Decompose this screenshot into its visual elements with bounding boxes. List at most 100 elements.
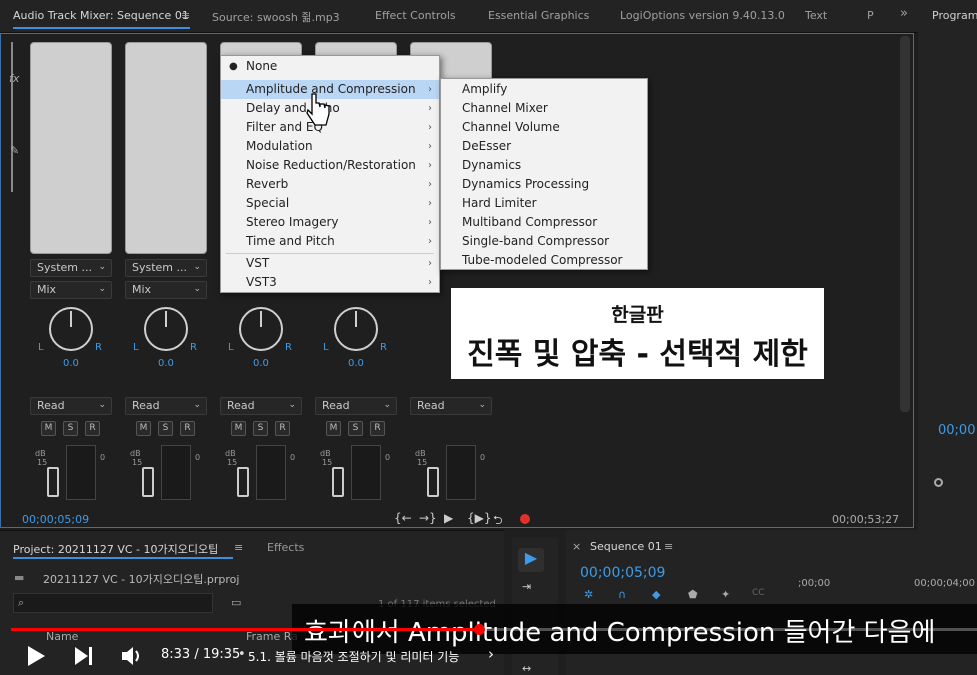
automation-dropdown[interactable]: Read ⌄ xyxy=(410,397,492,415)
pan-knob[interactable] xyxy=(49,307,93,351)
loop-icon[interactable]: ⮌ xyxy=(493,511,503,532)
program-monitor-title[interactable]: Program: xyxy=(932,9,977,22)
tab-essential-graphics[interactable]: Essential Graphics xyxy=(488,9,589,22)
project-title[interactable]: Project: 20211127 VC - 10가지오디오팁 xyxy=(13,541,218,557)
mute-button[interactable]: M xyxy=(41,421,56,436)
pan-value[interactable]: 0.0 xyxy=(158,358,174,369)
submenu-item-hard-limiter[interactable]: Hard Limiter xyxy=(441,194,647,213)
automation-dropdown[interactable]: Read ⌄ xyxy=(220,397,302,415)
amplitude-submenu: Amplify Channel Mixer Channel Volume DeE… xyxy=(440,78,648,270)
close-icon[interactable]: × xyxy=(572,540,581,553)
mute-button[interactable]: M xyxy=(136,421,151,436)
tab-logioptions[interactable]: LogiOptions version 9.40.13.0 xyxy=(620,9,785,22)
volume-fader-handle[interactable] xyxy=(47,467,59,497)
video-scrubber[interactable] xyxy=(474,624,485,635)
volume-fader-handle[interactable] xyxy=(427,467,439,497)
pan-value[interactable]: 0.0 xyxy=(253,358,269,369)
menu-item-special[interactable]: Special › xyxy=(221,194,439,213)
track-select-tool-icon[interactable]: ⇥ xyxy=(522,580,531,593)
send-mode-dropdown[interactable]: Mix ⌄ xyxy=(30,281,112,299)
menu-item-stereo-imagery[interactable]: Stereo Imagery › xyxy=(221,213,439,232)
menu-item-noise-reduction[interactable]: Noise Reduction/Restoration › xyxy=(221,156,439,175)
solo-button[interactable]: S xyxy=(348,421,363,436)
snap-icon[interactable]: ✲ xyxy=(584,588,593,601)
project-menu-icon[interactable]: ≡ xyxy=(234,541,243,554)
send-mode-dropdown[interactable]: Mix ⌄ xyxy=(125,281,207,299)
vertical-scrollbar[interactable] xyxy=(900,36,910,412)
volume-fader-handle[interactable] xyxy=(332,467,344,497)
mute-button[interactable]: M xyxy=(231,421,246,436)
record-enable-button[interactable]: R xyxy=(180,421,195,436)
tab-effects[interactable]: Effects xyxy=(267,541,304,554)
input-dropdown[interactable]: System ... ⌄ xyxy=(125,259,207,277)
submenu-item-multiband-compressor[interactable]: Multiband Compressor xyxy=(441,213,647,232)
effect-slots[interactable] xyxy=(30,42,112,254)
tab-p[interactable]: P xyxy=(867,9,874,22)
marker-icon[interactable]: ⬟ xyxy=(688,588,698,601)
play-icon[interactable]: ▶ xyxy=(444,511,453,525)
record-button[interactable] xyxy=(520,514,530,524)
wrench-icon[interactable]: ✦ xyxy=(721,588,730,601)
menu-item-vst[interactable]: VST › xyxy=(221,254,439,273)
linked-selection-icon[interactable]: ∩ xyxy=(618,588,626,601)
overflow-chevron-icon[interactable]: » xyxy=(900,6,908,21)
chapter-title[interactable]: 5.1. 볼륨 마음껏 조절하기 및 리미터 기능 xyxy=(248,648,459,665)
menu-item-none[interactable]: ● None xyxy=(221,57,439,76)
record-enable-button[interactable]: R xyxy=(370,421,385,436)
chapter-chevron-icon[interactable]: › xyxy=(488,645,494,663)
submenu-item-dynamics-processing[interactable]: Dynamics Processing xyxy=(441,175,647,194)
input-dropdown[interactable]: System ... ⌄ xyxy=(30,259,112,277)
tab-source[interactable]: Source: swoosh 쥚.mp3 xyxy=(212,9,340,25)
solo-button[interactable]: S xyxy=(253,421,268,436)
tab-text[interactable]: Text xyxy=(805,9,827,22)
mixer-timecode[interactable]: 00;00;05;09 xyxy=(22,513,89,526)
panel-menu-icon[interactable]: ≡ xyxy=(181,9,190,22)
volume-icon[interactable] xyxy=(120,644,144,668)
play-in-to-out-icon[interactable]: {▶} xyxy=(467,511,492,525)
submenu-item-deesser[interactable]: DeEsser xyxy=(441,137,647,156)
new-bin-icon[interactable]: ▭ xyxy=(231,596,241,609)
mute-button[interactable]: M xyxy=(326,421,341,436)
play-icon[interactable] xyxy=(26,645,46,667)
submenu-item-tube-modeled-compressor[interactable]: Tube-modeled Compressor xyxy=(441,251,647,270)
menu-item-vst3[interactable]: VST3 › xyxy=(221,273,439,292)
selection-tool-icon[interactable]: ▶ xyxy=(518,548,544,572)
go-to-out-icon[interactable]: →} xyxy=(419,511,437,525)
menu-item-reverb[interactable]: Reverb › xyxy=(221,175,439,194)
volume-fader-handle[interactable] xyxy=(142,467,154,497)
next-icon[interactable] xyxy=(73,645,95,667)
pan-knob[interactable] xyxy=(334,307,378,351)
effect-slots[interactable] xyxy=(125,42,207,254)
add-marker-icon[interactable]: ◆ xyxy=(652,588,660,601)
submenu-item-channel-volume[interactable]: Channel Volume xyxy=(441,118,647,137)
submenu-item-channel-mixer[interactable]: Channel Mixer xyxy=(441,99,647,118)
pan-knob[interactable] xyxy=(144,307,188,351)
playhead-handle-icon[interactable] xyxy=(934,478,943,487)
automation-dropdown[interactable]: Read ⌄ xyxy=(30,397,112,415)
solo-button[interactable]: S xyxy=(158,421,173,436)
captions-icon[interactable]: CC xyxy=(752,588,765,598)
automation-dropdown[interactable]: Read ⌄ xyxy=(125,397,207,415)
pan-value[interactable]: 0.0 xyxy=(348,358,364,369)
submenu-item-single-band-compressor[interactable]: Single-band Compressor xyxy=(441,232,647,251)
sequence-title[interactable]: Sequence 01 xyxy=(590,540,662,553)
automation-dropdown[interactable]: Read ⌄ xyxy=(315,397,397,415)
sequence-timecode[interactable]: 00;00;05;09 xyxy=(580,565,665,581)
project-search-input[interactable]: ⌕ xyxy=(13,593,213,613)
pan-value[interactable]: 0.0 xyxy=(63,358,79,369)
record-enable-button[interactable]: R xyxy=(85,421,100,436)
program-timecode[interactable]: 00;00 xyxy=(938,423,975,438)
menu-item-time-and-pitch[interactable]: Time and Pitch › xyxy=(221,232,439,251)
tab-effect-controls[interactable]: Effect Controls xyxy=(375,9,456,22)
tab-audio-track-mixer[interactable]: Audio Track Mixer: Sequence 01 xyxy=(13,9,189,22)
sequence-menu-icon[interactable]: ≡ xyxy=(664,540,673,553)
pan-knob[interactable] xyxy=(239,307,283,351)
menu-item-modulation[interactable]: Modulation › xyxy=(221,137,439,156)
record-enable-button[interactable]: R xyxy=(275,421,290,436)
submenu-item-amplify[interactable]: Amplify xyxy=(441,80,647,99)
solo-button[interactable]: S xyxy=(63,421,78,436)
volume-fader-handle[interactable] xyxy=(237,467,249,497)
meter-zero-label: 0 xyxy=(195,453,201,462)
submenu-item-dynamics[interactable]: Dynamics xyxy=(441,156,647,175)
go-to-in-icon[interactable]: {← xyxy=(394,511,412,525)
